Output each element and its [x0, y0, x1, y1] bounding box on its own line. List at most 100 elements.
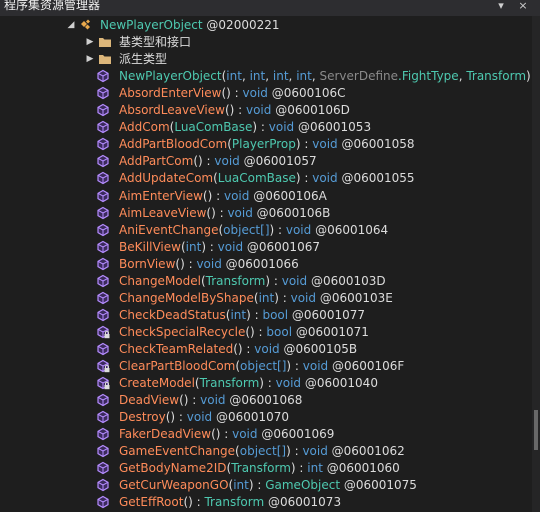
- method-token: @06001075: [340, 478, 417, 493]
- dropdown-icon[interactable]: ▾: [494, 0, 508, 12]
- paren: ) :: [295, 171, 313, 186]
- method-name: FakerDeadView: [119, 427, 212, 442]
- method-name: AniEventChange: [119, 222, 219, 237]
- method-row[interactable]: BeKillView(int) : void @06001067: [0, 239, 532, 256]
- class-node-label: NewPlayerObject @02000221: [100, 17, 280, 34]
- method-icon: [96, 240, 110, 254]
- method-token: @06001060: [322, 461, 400, 476]
- return-type: void: [196, 256, 222, 271]
- return-type: void: [245, 103, 272, 118]
- return-type: bool: [266, 324, 293, 339]
- method-row[interactable]: AimLeaveView() : void @0600106B: [0, 205, 532, 222]
- method-icon: [96, 393, 110, 407]
- method-name: AddUpdateCom: [119, 171, 214, 186]
- folder-row[interactable]: ▶ 派生类型: [0, 51, 532, 68]
- method-name: AddPartCom: [119, 154, 194, 169]
- assembly-tree[interactable]: ◢ NewPlayerObject @02000221 ▶ 基类型和接口 ▶ 派生类型 Ne…: [0, 16, 532, 512]
- paren: ) :: [259, 376, 276, 391]
- method-token: @06001055: [337, 171, 415, 186]
- method-name: NewPlayerObject: [119, 69, 222, 84]
- method-signature: FakerDeadView() : void @06001069: [119, 426, 334, 443]
- method-row[interactable]: GetEffRoot() : Transform @06001073: [0, 494, 532, 511]
- method-signature: CheckSpecialRecycle() : bool @06001071: [119, 324, 369, 341]
- method-signature: AddCom(LuaComBase) : void @06001053: [119, 119, 371, 136]
- close-icon[interactable]: ×: [516, 0, 530, 12]
- method-icon: [96, 257, 110, 271]
- paren: ) :: [215, 427, 233, 442]
- method-token: @06001069: [257, 427, 335, 442]
- paren: ) :: [237, 341, 255, 356]
- method-row[interactable]: BornView() : void @06001066: [0, 256, 532, 273]
- collapse-arrow-icon[interactable]: ◢: [66, 17, 76, 34]
- method-signature: ClearPartBloodCom(object[]) : void @0600…: [119, 358, 404, 375]
- vertical-scrollbar[interactable]: [532, 16, 540, 512]
- method-token: @06001058: [337, 137, 415, 152]
- method-row[interactable]: CheckDeadStatus(int) : bool @06001077: [0, 307, 532, 324]
- method-row[interactable]: FakerDeadView() : void @06001069: [0, 426, 532, 443]
- class-name: NewPlayerObject: [100, 18, 203, 32]
- method-name: AimEnterView: [119, 188, 203, 203]
- method-row[interactable]: AddPartCom() : void @06001057: [0, 153, 532, 170]
- expand-arrow-icon[interactable]: ▶: [85, 34, 95, 51]
- method-row[interactable]: GetCurWeaponGO(int) : GameObject @060010…: [0, 477, 532, 494]
- method-token: @0600103E: [316, 290, 393, 305]
- method-row[interactable]: CreateModel(Transform) : void @06001040: [0, 375, 532, 392]
- scrollbar-thumb[interactable]: [534, 410, 538, 450]
- method-name: BeKillView: [119, 239, 181, 254]
- return-type: void: [200, 393, 226, 408]
- method-signature: AddPartBloodCom(PlayerProp) : void @0600…: [119, 136, 415, 153]
- method-row[interactable]: CheckTeamRelated() : void @0600105B: [0, 341, 532, 358]
- method-signature: AddPartCom() : void @06001057: [119, 153, 317, 170]
- method-row[interactable]: AbsordEnterView() : void @0600106C: [0, 85, 532, 102]
- method-name: GetEffRoot: [119, 495, 184, 510]
- paren: ) :: [201, 239, 218, 254]
- param-type: object[]: [240, 359, 287, 373]
- param-type: ServerDefine: [319, 69, 399, 84]
- method-row[interactable]: AddCom(LuaComBase) : void @06001053: [0, 119, 532, 136]
- method-token: @06001077: [288, 307, 365, 322]
- return-type: void: [275, 376, 302, 391]
- method-row-constructor[interactable]: NewPlayerObject(int, int, int, int, Serv…: [0, 68, 532, 85]
- return-type: void: [242, 86, 268, 101]
- method-row[interactable]: CheckSpecialRecycle() : bool @06001071: [0, 324, 532, 341]
- method-row[interactable]: GetBodyName2ID(Transform) : int @0600106…: [0, 460, 532, 477]
- paren: ) :: [274, 290, 291, 305]
- method-icon: [96, 137, 110, 151]
- method-icon: [96, 120, 110, 134]
- method-token: @0600105B: [279, 341, 358, 356]
- method-row[interactable]: AddPartBloodCom(PlayerProp) : void @0600…: [0, 136, 532, 153]
- class-icon: [79, 18, 93, 32]
- param-type: int: [233, 478, 249, 493]
- paren: ) :: [229, 103, 246, 118]
- method-row[interactable]: AimEnterView() : void @0600106A: [0, 188, 532, 205]
- method-row[interactable]: DeadView() : void @06001068: [0, 392, 532, 409]
- method-signature: AimLeaveView() : void @0600106B: [119, 205, 330, 222]
- folder-label: 基类型和接口: [119, 35, 192, 50]
- method-row[interactable]: AniEventChange(object[]) : void @0600106…: [0, 222, 532, 239]
- method-signature: GameEventChange(object[]) : void @060010…: [119, 443, 405, 460]
- method-signature: Destroy() : void @06001070: [119, 409, 289, 426]
- method-signature: ChangeModel(Transform) : void @0600103D: [119, 273, 386, 290]
- method-row[interactable]: AddUpdateCom(LuaComBase) : void @0600105…: [0, 170, 532, 187]
- method-row[interactable]: ClearPartBloodCom(object[]) : void @0600…: [0, 358, 532, 375]
- method-row[interactable]: ChangeModelByShape(int) : void @0600103E: [0, 290, 532, 307]
- method-row[interactable]: Destroy() : void @06001070: [0, 409, 532, 426]
- method-row[interactable]: ChangeModel(Transform) : void @0600103D: [0, 273, 532, 290]
- method-row[interactable]: AbsordLeaveView() : void @0600106D: [0, 102, 532, 119]
- method-signature: GetCurWeaponGO(int) : GameObject @060010…: [119, 477, 417, 494]
- paren: ) :: [198, 154, 215, 169]
- paren: ) :: [252, 120, 269, 135]
- param-type: int: [249, 69, 266, 84]
- method-row[interactable]: GameEventChange(object[]) : void @060010…: [0, 443, 532, 460]
- class-node-row[interactable]: ◢ NewPlayerObject @02000221: [0, 17, 532, 34]
- method-icon: [96, 461, 110, 475]
- folder-row[interactable]: ▶ 基类型和接口: [0, 34, 532, 51]
- param-type: LuaComBase: [174, 120, 253, 135]
- method-icon: [96, 154, 110, 168]
- method-signature: BeKillView(int) : void @06001067: [119, 239, 320, 256]
- paren: ) :: [250, 324, 267, 339]
- method-name: DeadView: [119, 393, 180, 408]
- expand-arrow-icon[interactable]: ▶: [85, 51, 95, 68]
- constructor-signature: NewPlayerObject(int, int, int, int, Serv…: [119, 68, 532, 85]
- method-signature: CheckTeamRelated() : void @0600105B: [119, 341, 357, 358]
